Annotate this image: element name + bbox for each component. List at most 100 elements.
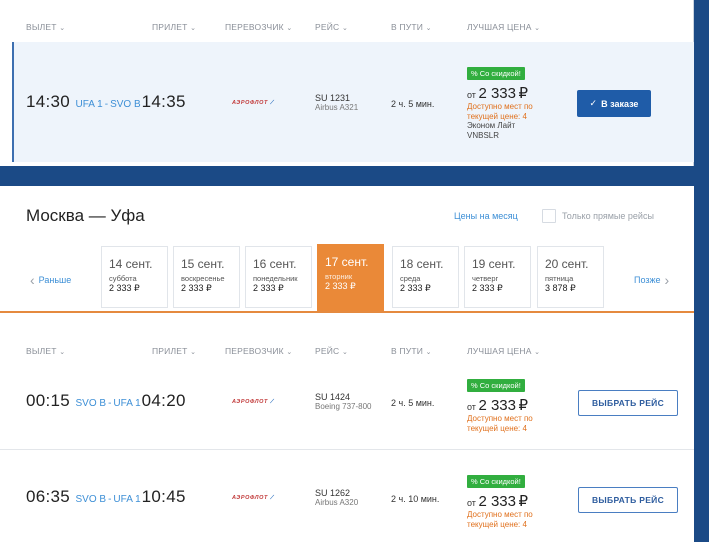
date-label: 14 сент. (109, 257, 153, 271)
date-card[interactable]: 16 сент. понедельник 2 333 ₽ (245, 246, 312, 308)
flight-duration: 2 ч. 10 мин. (391, 494, 440, 504)
header-price[interactable]: ЛУЧШАЯ ЦЕНА ⌄ (467, 22, 540, 32)
date-price: 2 333 ₽ (325, 281, 356, 291)
choose-flight-button[interactable]: ВЫБРАТЬ РЕЙС (578, 390, 678, 416)
weekday-label: пятница (545, 274, 574, 283)
fare-code: VNBSLR (467, 131, 500, 140)
arrival-time: 14:35 (141, 92, 186, 111)
availability-note: Доступно мест по текущей цене: 4 (467, 414, 533, 433)
chevron-down-icon: ⌄ (286, 349, 293, 356)
chevron-down-icon: ⌄ (341, 25, 349, 32)
weekday-label: вторник (325, 272, 353, 281)
route-title: Москва — Уфа (26, 206, 145, 225)
header-duration[interactable]: В ПУТИ ⌄ (391, 346, 432, 356)
header-duration-label: В ПУТИ (391, 22, 424, 32)
header-carrier-label: ПЕРЕВОЗЧИК (225, 346, 284, 356)
header-arrive[interactable]: ПРИЛЕТ ⌄ (152, 22, 196, 32)
chevron-down-icon: ⌄ (425, 25, 432, 32)
chevron-right-icon: › (664, 272, 670, 288)
weekday-label: суббота (109, 274, 137, 283)
date-price: 2 333 ₽ (181, 283, 212, 293)
discount-badge: % Со скидкой! (467, 379, 525, 392)
arrival-airport: SVO B (110, 99, 141, 110)
earlier-label: Раньше (38, 275, 72, 285)
currency-symbol: ₽ (518, 397, 529, 414)
fare-name: Эконом Лайт (467, 121, 516, 130)
header-depart[interactable]: ВЫЛЕТ ⌄ (26, 22, 65, 32)
weekday-label: четверг (472, 274, 499, 283)
flight-number: SU 1262 (315, 488, 351, 498)
aircraft-type: Airbus A320 (315, 498, 359, 507)
header-carrier[interactable]: ПЕРЕВОЗЧИК ⌄ (225, 346, 292, 356)
discount-badge: % Со скидкой! (467, 67, 525, 80)
weekday-label: воскресенье (181, 274, 225, 283)
header-depart[interactable]: ВЫЛЕТ ⌄ (26, 346, 65, 356)
airline-logo: АЭРОФЛОТ ⟋ (232, 495, 275, 502)
header-price-label: ЛУЧШАЯ ЦЕНА (467, 22, 532, 32)
header-flight[interactable]: РЕЙС ⌄ (315, 346, 348, 356)
flight-number: SU 1424 (315, 392, 351, 402)
earlier-dates-button[interactable]: ‹ Раньше (30, 272, 71, 288)
discount-badge: % Со скидкой! (467, 475, 525, 488)
aircraft-type: Boeing 737-800 (315, 402, 372, 411)
date-card[interactable]: 19 сент. четверг 2 333 ₽ (464, 246, 531, 308)
date-card[interactable]: 18 сент. среда 2 333 ₽ (392, 246, 459, 308)
price-prefix: от (467, 402, 476, 412)
header-arrive-label: ПРИЛЕТ (152, 22, 188, 32)
price-prefix: от (467, 498, 476, 508)
header-price[interactable]: ЛУЧШАЯ ЦЕНА ⌄ (467, 346, 540, 356)
price-line: от 2 333 ₽ (467, 492, 557, 510)
airline-name: АЭРОФЛОТ (232, 399, 268, 405)
selected-flight-panel: ВЫЛЕТ ⌄ ПРИЛЕТ ⌄ ПЕРЕВОЗЧИК ⌄ РЕЙС ⌄ В П… (0, 0, 694, 166)
header-carrier[interactable]: ПЕРЕВОЗЧИК ⌄ (225, 22, 292, 32)
date-strip-divider (0, 311, 694, 313)
date-price: 2 333 ₽ (109, 283, 140, 293)
departure-time: 00:15 (26, 391, 71, 410)
flight-times: 00:15 SVO B - UFA 104:20 (26, 391, 186, 411)
header-price-label: ЛУЧШАЯ ЦЕНА (467, 346, 532, 356)
header-depart-label: ВЫЛЕТ (26, 346, 57, 356)
chevron-down-icon: ⌄ (341, 349, 349, 356)
choose-flight-button[interactable]: ВЫБРАТЬ РЕЙС (578, 487, 678, 513)
arrival-airport: UFA 1 (113, 494, 141, 505)
price-prefix: от (467, 90, 476, 100)
price-value: 2 333 (478, 493, 516, 510)
flight-times: 06:35 SVO B - UFA 110:45 (26, 487, 186, 507)
header-flight-label: РЕЙС (315, 22, 340, 32)
route-dash: - (104, 99, 109, 110)
aircraft-type: Airbus A321 (315, 103, 359, 112)
departure-airport: UFA 1 (75, 99, 103, 110)
chevron-down-icon: ⌄ (286, 25, 293, 32)
direct-only-label: Только прямые рейсы (562, 211, 654, 221)
header-duration[interactable]: В ПУТИ ⌄ (391, 22, 432, 32)
date-card[interactable]: 14 сент. суббота 2 333 ₽ (101, 246, 168, 308)
departure-time: 06:35 (26, 487, 71, 506)
date-card[interactable]: 20 сент. пятница 3 878 ₽ (537, 246, 604, 308)
later-dates-button[interactable]: Позже › (634, 272, 669, 288)
chevron-down-icon: ⌄ (425, 349, 432, 356)
date-label: 19 сент. (472, 257, 516, 271)
header-depart-label: ВЫЛЕТ (26, 22, 57, 32)
date-label: 16 сент. (253, 257, 297, 271)
weekday-label: понедельник (253, 274, 298, 283)
header-arrive[interactable]: ПРИЛЕТ ⌄ (152, 346, 196, 356)
availability-note: Доступно мест по текущей цене: 4 (467, 510, 533, 529)
route-dash: - (108, 398, 112, 409)
price-line: от 2 333 ₽ (467, 84, 557, 102)
header-flight[interactable]: РЕЙС ⌄ (315, 22, 348, 32)
header-carrier-label: ПЕРЕВОЗЧИК (225, 22, 284, 32)
availability-note: Доступно мест по текущей цене: 4 (467, 102, 533, 121)
date-card[interactable]: 15 сент. воскресенье 2 333 ₽ (173, 246, 240, 308)
chevron-down-icon: ⌄ (534, 349, 541, 356)
date-card-selected[interactable]: 17 сент. вторник 2 333 ₽ (317, 244, 384, 312)
in-order-button[interactable]: ✓ В заказе (577, 90, 651, 117)
flight-info: SU 1231 Airbus A321 (315, 93, 358, 113)
date-price: 2 333 ₽ (400, 283, 431, 293)
direct-only-checkbox[interactable] (542, 209, 556, 223)
date-price: 3 878 ₽ (545, 283, 576, 293)
header-arrive-label: ПРИЛЕТ (152, 346, 188, 356)
weekday-label: среда (400, 274, 421, 283)
direct-only-filter[interactable]: Только прямые рейсы (542, 209, 654, 223)
later-label: Позже (634, 275, 661, 285)
month-prices-link[interactable]: Цены на месяц (454, 211, 518, 221)
